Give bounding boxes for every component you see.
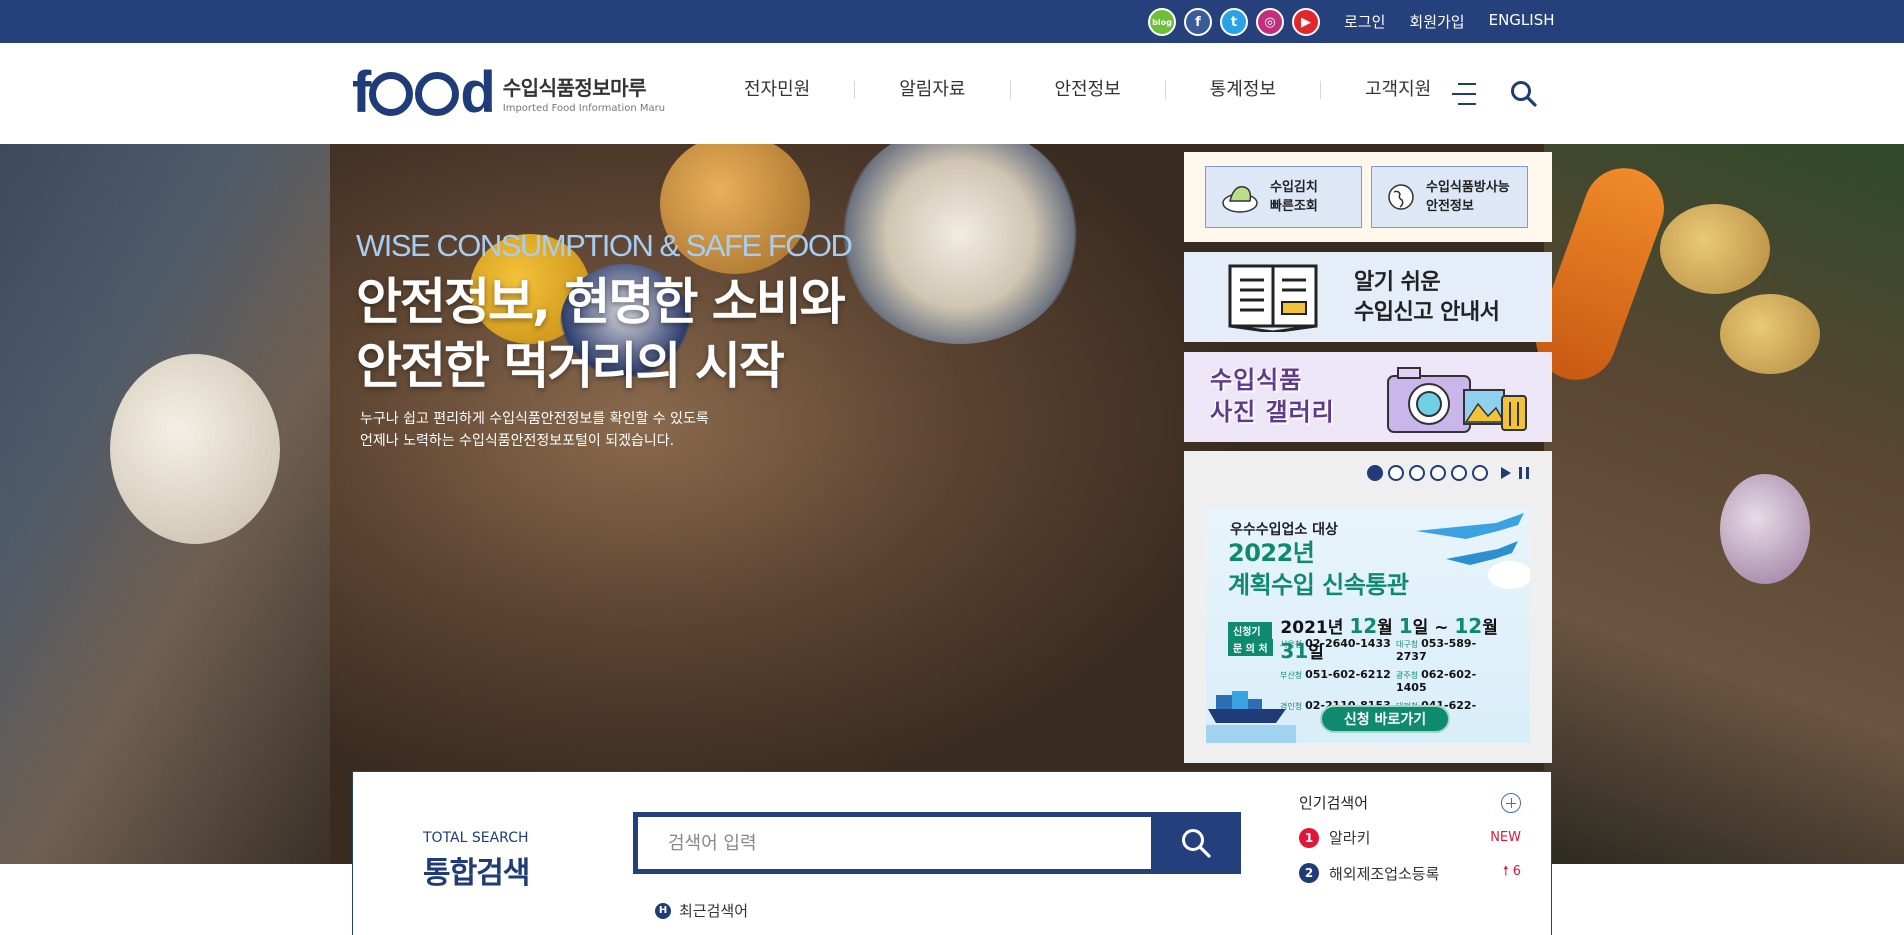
contact-item: 대구청 053-589-2737 [1396,637,1477,663]
plus-icon[interactable] [1501,792,1521,813]
sns-links: blog f t ◎ ▶ [1148,8,1320,36]
nav-item-stats[interactable]: 통계정보 [1164,81,1320,99]
kimchi-lookup-label: 수입김치 빠른조회 [1270,180,1318,214]
promo-slide[interactable]: 우수수입업소 대상 2022년 계획수입 신속통관 신청기간 2021년 12월… [1206,507,1530,743]
garlic-image [110,354,280,544]
logo-letter-d: d [460,60,495,125]
english-link[interactable]: ENGLISH [1489,11,1555,32]
rank-badge: 1 [1299,827,1319,848]
radiation-info-button[interactable]: 수입식품방사능 안전정보 [1371,166,1528,228]
contact-tag: 문 의 처 [1228,639,1273,656]
hero-slogan: WISE CONSUMPTION & SAFE FOOD 안전정보, 현명한 소… [356,228,853,452]
apply-button[interactable]: 신청 바로가기 [1320,705,1450,733]
trend-badge: 🠕 6 [1503,864,1521,879]
youtube-icon[interactable]: ▶ [1292,8,1320,36]
trend-badge: NEW [1490,830,1521,845]
mushroom-bowl-image [840,144,1080,344]
history-icon: H [655,902,671,919]
search-icon[interactable] [1510,80,1538,108]
slide-dot-2[interactable] [1388,465,1404,481]
quick-links-panel: 수입김치 빠른조회 수입식품방사능 안전정보 [1184,152,1552,242]
facebook-icon[interactable]: f [1184,8,1212,36]
potato-image-2 [1720,294,1820,374]
signup-link[interactable]: 회원가입 [1409,11,1464,32]
logo-letter-f: f [352,60,371,125]
play-icon[interactable] [1501,467,1511,479]
slider-pagination [1367,465,1529,481]
airplane-icon [1416,513,1530,589]
slide-dot-4[interactable] [1430,465,1446,481]
blog-icon[interactable]: blog [1148,8,1176,36]
nav-item-notice[interactable]: 알림자료 [854,81,1009,99]
nav-item-civil[interactable]: 전자민원 [700,81,854,99]
popular-keywords-title: 인기검색어 [1299,794,1369,812]
slide-dot-1[interactable] [1367,465,1383,481]
globe-icon [369,71,414,116]
logo-title-en: Imported Food Information Maru [502,103,666,114]
slogan-korean: 안전정보, 현명한 소비와 안전한 먹거리의 시작 [356,270,851,398]
contact-item: 서울청 02-2640-1433 [1280,637,1391,650]
slide-dot-6[interactable] [1472,465,1488,481]
radiation-info-label: 수입식품방사능 안전정보 [1426,180,1510,214]
hamburger-menu-icon[interactable] [1452,83,1476,105]
promo-subtitle: 우수수입업소 대상 [1230,522,1338,538]
globe-icon [1388,184,1414,210]
contact-item: 광주청 062-602-1405 [1396,668,1477,694]
pause-icon[interactable] [1519,467,1529,479]
slide-dot-3[interactable] [1409,465,1425,481]
book-icon [1228,264,1318,332]
popular-keywords-header: 인기검색어 [1299,792,1521,813]
photo-gallery-banner[interactable]: 수입식품 사진 갤러리 [1184,352,1552,442]
promo-contact-label: 문 의 처 [1228,639,1281,656]
slogan-line-2: 안전한 먹거리의 시작 [356,337,785,395]
popular-keyword: 알라키 [1329,829,1371,847]
recent-searches-toggle[interactable]: H 최근검색어 [655,900,748,921]
search-input[interactable] [633,812,1151,874]
import-guide-label: 알기 쉬운 수입신고 안내서 [1354,270,1500,325]
ship-icon [1206,691,1296,743]
twitter-icon[interactable]: t [1220,8,1248,36]
popular-keyword-item[interactable]: 1 알라키 NEW [1299,827,1521,848]
total-search-label-kr: 통합검색 [423,856,530,891]
instagram-icon[interactable]: ◎ [1256,8,1284,36]
potato-image [1660,204,1770,294]
slide-dot-5[interactable] [1451,465,1467,481]
kimchi-lookup-button[interactable]: 수입김치 빠른조회 [1205,166,1362,228]
nav-item-safety[interactable]: 안전정보 [1009,81,1165,99]
slogan-line-1: 안전정보, 현명한 소비와 [356,273,846,331]
promo-title: 2022년 계획수입 신속통관 [1228,539,1409,599]
cabbage-icon [1222,186,1258,213]
logo-wordmark: fd [352,64,496,122]
fork-icon [415,71,460,116]
popular-keyword: 해외제조업소등록 [1329,864,1440,883]
garlic-image-2 [1720,474,1810,584]
total-search-panel: TOTAL SEARCH 통합검색 H 최근검색어 인기검색어 1 알라키 NE… [352,771,1552,935]
slogan-english: WISE CONSUMPTION & SAFE FOOD [356,228,853,263]
contact-item: 부산청 051-602-6212 [1280,668,1391,681]
login-link[interactable]: 로그인 [1344,11,1385,32]
promo-slider: 우수수입업소 대상 2022년 계획수입 신속통관 신청기간 2021년 12월… [1184,451,1552,763]
account-links: 로그인 회원가입 ENGLISH [1344,11,1555,32]
hero-banner: WISE CONSUMPTION & SAFE FOOD 안전정보, 현명한 소… [0,144,1904,864]
slogan-desc-line-2: 언제나 노력하는 수입식품안전정보포털이 되겠습니다. [360,433,675,449]
photo-gallery-label: 수입식품 사진 갤러리 [1210,366,1335,426]
slogan-desc-line-1: 누구나 쉽고 편리하게 수입식품안전정보를 확인할 수 있도록 [360,411,709,427]
rank-badge: 2 [1299,863,1319,883]
main-nav: 전자민원 알림자료 안전정보 통계정보 고객지원 [700,81,1475,99]
recent-searches-label: 최근검색어 [679,902,749,920]
popular-keywords: 인기검색어 1 알라키 NEW 2 해외제조업소등록 🠕 6 [1299,792,1521,884]
site-header: fd 수입식품정보마루 Imported Food Information Ma… [0,43,1904,144]
popular-keyword-item[interactable]: 2 해외제조업소등록 🠕 6 [1299,862,1521,884]
site-logo[interactable]: fd 수입식품정보마루 Imported Food Information Ma… [352,64,665,122]
top-utility-bar: blog f t ◎ ▶ 로그인 회원가입 ENGLISH [0,0,1904,43]
camera-icon [1387,367,1527,433]
search-submit-button[interactable] [1151,812,1241,874]
import-guide-banner[interactable]: 알기 쉬운 수입신고 안내서 [1184,252,1552,342]
slogan-description: 누구나 쉽고 편리하게 수입식품안전정보를 확인할 수 있도록 언제나 노력하는… [360,408,851,452]
search-icon [1182,829,1211,858]
total-search-label-en: TOTAL SEARCH [423,830,529,846]
logo-text: 수입식품정보마루 Imported Food Information Maru [503,72,665,114]
logo-title-kr: 수입식품정보마루 [502,76,647,100]
